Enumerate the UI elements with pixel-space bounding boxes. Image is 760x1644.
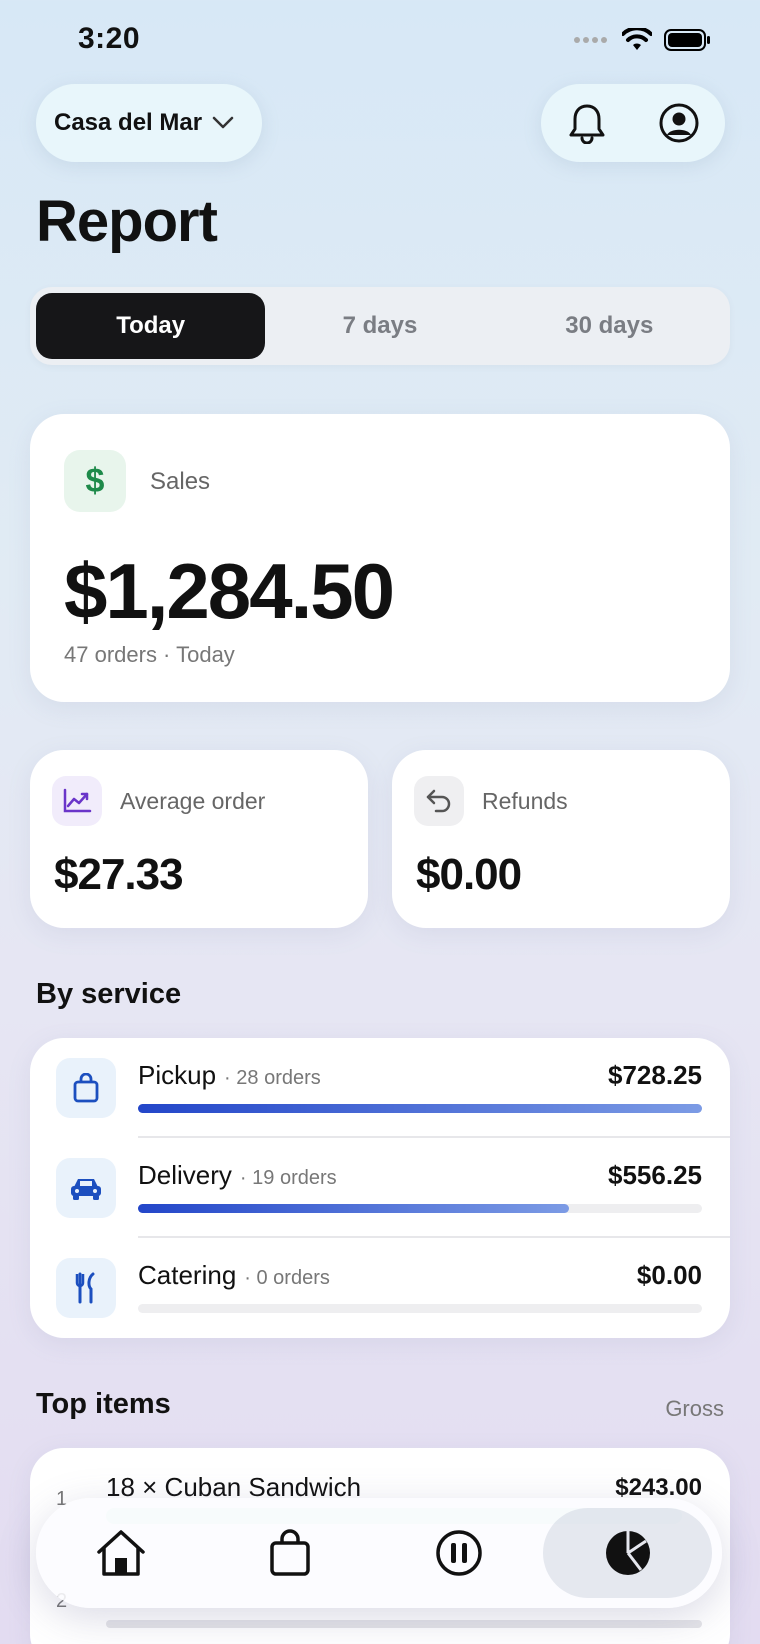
refunds-label: Refunds	[482, 788, 568, 814]
pause-circle-icon	[435, 1530, 482, 1576]
home-icon	[96, 1530, 145, 1576]
service-label: Delivery	[138, 1160, 232, 1190]
tab-30-days[interactable]: 30 days	[495, 293, 724, 359]
service-label: Pickup	[138, 1060, 217, 1090]
service-bar	[138, 1204, 702, 1213]
range-segmented-control: Today 7 days 30 days	[30, 287, 730, 365]
service-bar-fill	[138, 1104, 702, 1113]
signal-icon	[574, 37, 607, 43]
sales-subtitle: 47 orders · Today	[64, 642, 235, 667]
trend-chart-icon	[52, 776, 102, 826]
header-actions	[541, 84, 725, 162]
tab-pause[interactable]	[374, 1508, 543, 1598]
profile-icon[interactable]	[658, 102, 700, 144]
service-row-catering[interactable]: Catering · 0 orders $0.00	[30, 1238, 730, 1338]
refunds-card: Refunds $0.00	[392, 750, 730, 928]
refunds-value: $0.00	[416, 850, 522, 899]
sales-label: Sales	[150, 468, 211, 495]
service-name: Delivery · 19 orders	[138, 1160, 337, 1191]
service-count: · 28 orders	[224, 1067, 321, 1089]
battery-icon	[664, 29, 710, 51]
tab-7-days[interactable]: 7 days	[265, 293, 494, 359]
top-items-metric[interactable]: Gross	[665, 1396, 724, 1422]
service-count: · 19 orders	[239, 1167, 337, 1189]
service-row-delivery[interactable]: Delivery · 19 orders $556.25	[30, 1138, 730, 1238]
location-selector[interactable]: Casa del Mar	[36, 84, 262, 162]
top-items-title: Top items	[36, 1388, 171, 1420]
shopping-bag-icon	[269, 1529, 310, 1576]
average-order-card: Average order $27.33	[30, 750, 368, 928]
pie-chart-icon	[605, 1531, 650, 1575]
wifi-icon	[622, 28, 652, 50]
car-icon	[56, 1158, 116, 1218]
fork-knife-icon	[56, 1258, 116, 1318]
service-bar	[138, 1104, 702, 1113]
tab-bar	[36, 1498, 722, 1608]
status-time: 3:20	[78, 22, 141, 55]
chevron-down-icon	[212, 116, 234, 129]
service-amount: $728.25	[608, 1060, 702, 1090]
bell-icon[interactable]	[567, 102, 607, 144]
service-name: Pickup · 28 orders	[138, 1060, 321, 1091]
undo-icon	[414, 776, 464, 826]
tab-today[interactable]: Today	[36, 293, 266, 359]
item-bar	[106, 1620, 702, 1628]
average-order-label: Average order	[120, 788, 266, 814]
tab-report[interactable]	[543, 1508, 712, 1598]
location-name: Casa del Mar	[54, 109, 203, 136]
status-icons	[574, 28, 712, 52]
sales-value: $1,284.50	[64, 547, 395, 635]
by-service-card: Pickup · 28 orders $728.25 Delivery · 19 o…	[30, 1038, 730, 1338]
sales-card: $ Sales $1,284.50 47 orders · Today	[30, 414, 730, 702]
service-bar-fill	[138, 1204, 569, 1213]
service-count: · 0 orders	[244, 1267, 330, 1289]
service-label: Catering	[138, 1260, 237, 1290]
service-amount: $556.25	[608, 1160, 702, 1190]
service-row-pickup[interactable]: Pickup · 28 orders $728.25	[30, 1038, 730, 1138]
dollar-icon: $	[64, 450, 126, 512]
status-bar: 3:20	[0, 0, 760, 80]
service-amount: $0.00	[636, 1260, 702, 1290]
page-title: Report	[36, 189, 218, 254]
average-order-value: $27.33	[54, 850, 184, 899]
by-service-title: By service	[36, 978, 182, 1010]
tab-orders[interactable]	[205, 1508, 374, 1598]
service-name: Catering · 0 orders	[138, 1260, 330, 1291]
service-bar	[138, 1304, 702, 1313]
tab-home[interactable]	[36, 1508, 205, 1598]
bag-icon	[56, 1058, 116, 1118]
